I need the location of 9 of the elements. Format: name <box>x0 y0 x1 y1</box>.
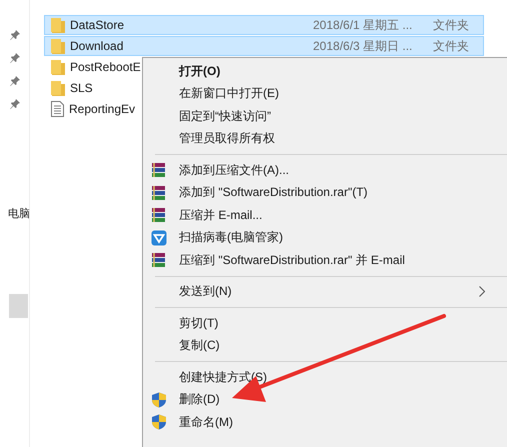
file-name: Download <box>70 39 124 53</box>
file-type: 文件夹 <box>433 38 470 54</box>
file-date: 2018/6/1 星期五 ... <box>313 16 414 34</box>
file-name: ReportingEv <box>69 102 136 116</box>
file-name: PostRebootE <box>70 60 141 74</box>
file-name: SLS <box>70 81 93 95</box>
file-type: 文件夹 <box>433 16 470 34</box>
file-name: DataStore <box>70 18 124 32</box>
file-date: 2018/6/3 星期日 ... <box>313 38 414 54</box>
